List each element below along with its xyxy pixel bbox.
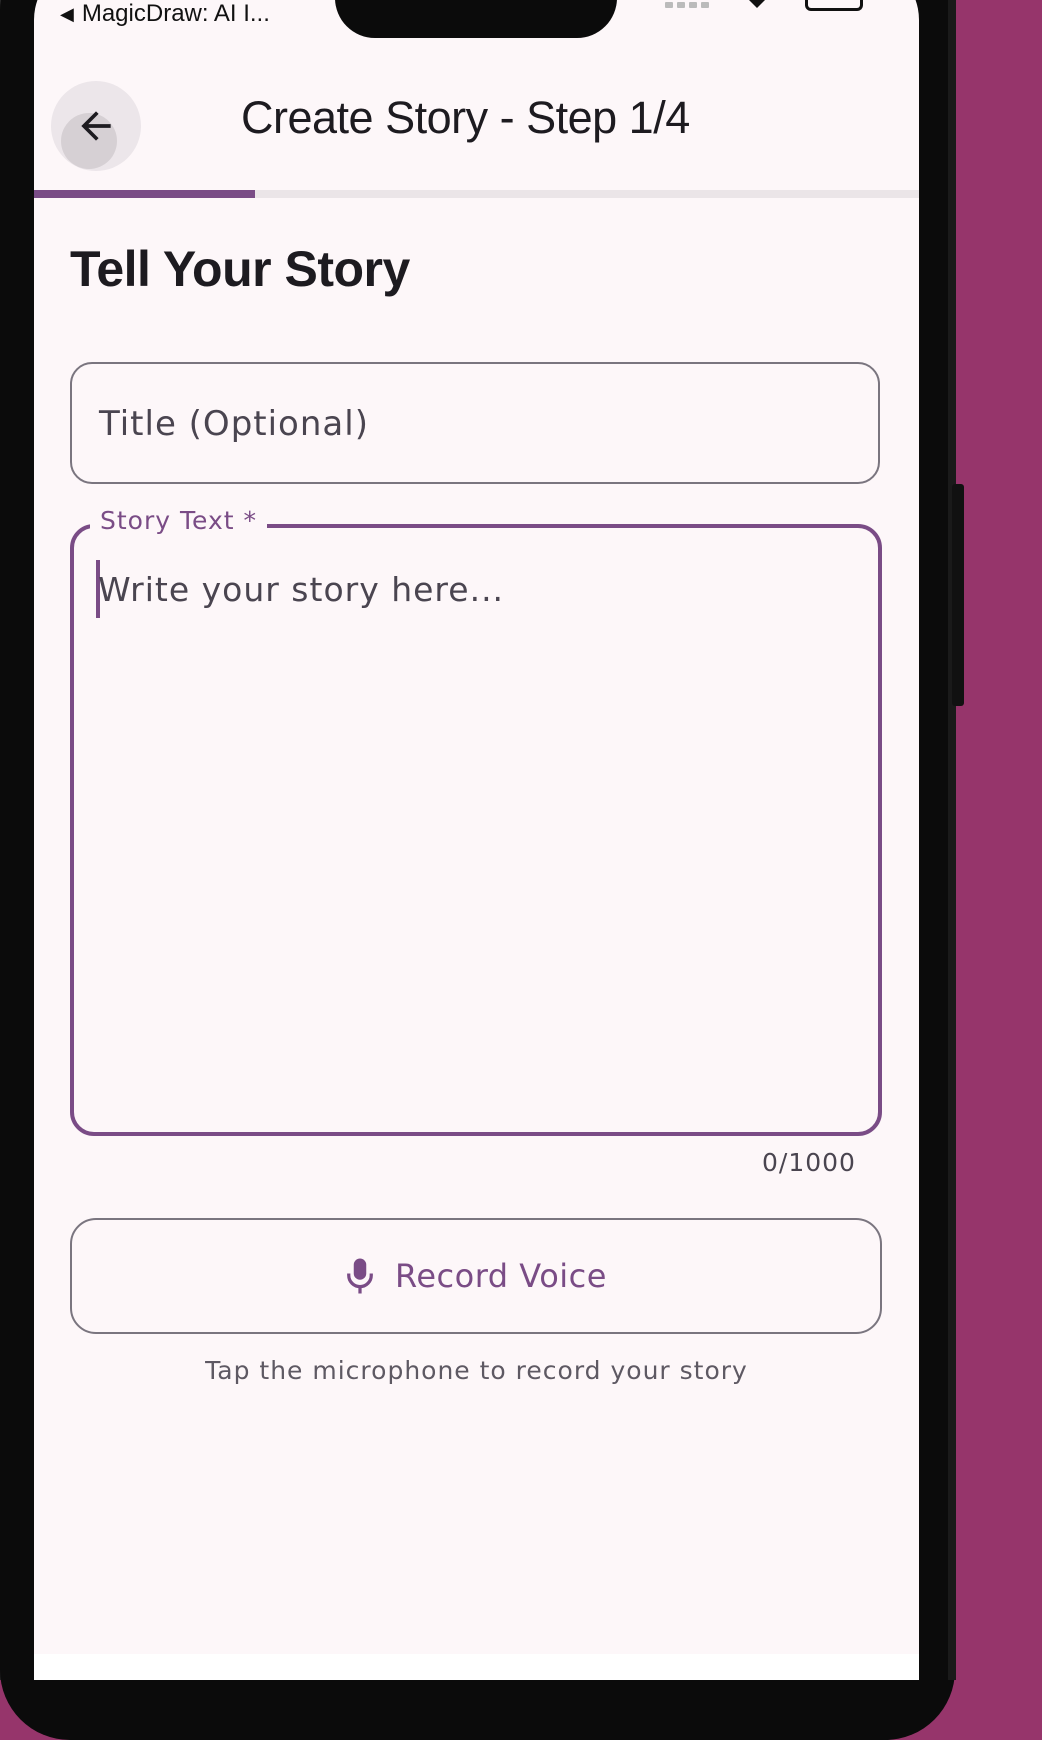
record-hint-text: Tap the microphone to record your story: [205, 1356, 748, 1385]
story-text-placeholder: Write your story here...: [98, 570, 505, 609]
step-progress-fill: [34, 190, 256, 198]
page-title: Create Story - Step 1/4: [241, 92, 690, 143]
bottom-safe-area: [34, 1654, 919, 1680]
character-counter: 0/1000: [762, 1148, 856, 1177]
app-bar: Create Story - Step 1/4: [34, 76, 919, 176]
story-text-input[interactable]: Story Text * Write your story here...: [70, 506, 882, 1136]
wifi-icon: [749, 0, 765, 8]
step-progress-bar: [34, 190, 919, 198]
status-indicators: [665, 0, 863, 11]
status-back-app-label: MagicDraw: AI I...: [81, 0, 270, 27]
record-voice-label: Record Voice: [395, 1257, 607, 1295]
back-triangle-icon: ◀: [60, 3, 74, 24]
back-button[interactable]: [51, 81, 141, 171]
story-text-label: Story Text *: [90, 506, 267, 535]
title-input[interactable]: Title (Optional): [70, 362, 880, 484]
title-input-placeholder: Title (Optional): [99, 404, 369, 444]
status-back-to-app[interactable]: ◀ MagicDraw: AI I...: [60, 0, 270, 28]
phone-side-button: [952, 484, 964, 706]
record-voice-button[interactable]: Record Voice: [70, 1218, 882, 1334]
microphone-icon: [347, 1258, 373, 1294]
cellular-signal-icon: [665, 2, 709, 8]
battery-icon: [805, 0, 863, 11]
section-heading: Tell Your Story: [70, 241, 410, 297]
phone-edge: [948, 0, 956, 1680]
camera-notch: [335, 0, 617, 38]
arrow-left-icon: [81, 111, 111, 141]
